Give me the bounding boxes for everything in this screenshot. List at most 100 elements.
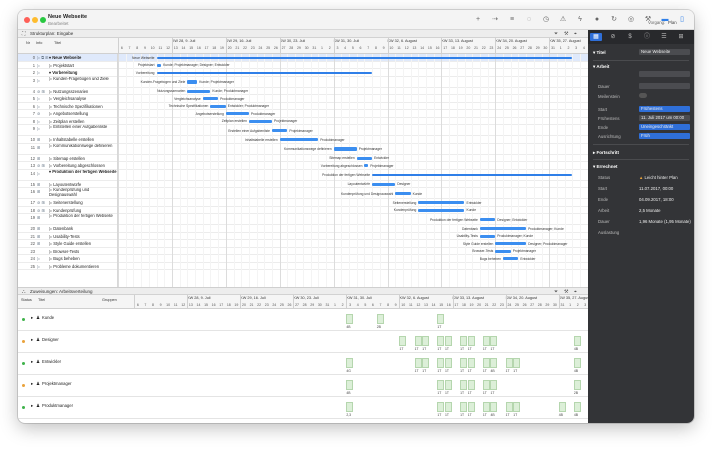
col-info[interactable]: Info [36,41,42,45]
task-bar[interactable] [156,63,162,67]
start-select[interactable]: Frühestens [639,106,690,112]
task-icon[interactable]: ▦ [590,33,602,41]
task-bar[interactable] [279,138,319,142]
outline-row[interactable]: 23 ▷ Browser-Tests [18,248,117,255]
col-nr[interactable]: Nr [26,41,30,45]
col-status[interactable]: Status [21,298,32,302]
outline-row[interactable]: 24 ▷ ▷ Bugs beheben [18,255,117,263]
task-bar[interactable] [356,156,373,160]
section-fortschritt[interactable]: ▸ Fortschritt [593,150,619,156]
task-bar[interactable] [202,97,219,101]
outline-row[interactable]: 17 ⊘ ⊞ ▷ Seitenerstellung [18,199,117,207]
section-arbeit[interactable]: ▾ Arbeit [593,64,609,70]
top-pane-title[interactable]: Strukturplan: Eingabe [30,30,73,38]
outline-row[interactable]: 7 ⊘ ▷ Angebotserstellung [18,110,117,118]
outline-row[interactable]: 9 ▷ ▷ Entstellen einer Aufgabenliste [18,125,117,136]
outline-row[interactable]: 3 ▷ ▷ Kunden-Fragebogen und Ziele [18,77,117,88]
section-title[interactable]: ▾ Titel [593,50,606,56]
bolt-icon[interactable]: ϟ [575,14,585,25]
plus-icon[interactable]: + [473,14,483,25]
title-field[interactable]: Neue Webseite [639,49,690,55]
minimize-button[interactable] [32,17,38,23]
task-bar[interactable] [210,104,226,108]
link-icon[interactable]: ⊘ [607,33,619,41]
summary-bar[interactable] [156,56,573,59]
outline-row[interactable]: 0 ▷ ⧉ ⊞ ▾ Neue Webseite [18,54,117,62]
warning-icon[interactable]: ⚠ [558,14,568,25]
dollar-icon[interactable]: $ [624,33,636,41]
outline-row[interactable]: 25 ▷ ▷ Probleme dokumentieren [18,263,117,270]
col-title[interactable]: Titel [38,298,45,302]
close-button[interactable] [24,17,30,23]
task-bar[interactable] [372,182,396,186]
outline-view-icon[interactable]: ⛶ [22,30,26,38]
disclosure-icon[interactable]: ▸ [31,403,33,409]
arbeit-field[interactable] [639,71,690,77]
task-bar[interactable] [225,112,249,116]
pin-icon[interactable]: ⌖ [574,30,577,38]
outline-row[interactable]: 15 ⊞ ▷ Layoutentwürfe [18,181,117,188]
dauer-field[interactable] [639,83,690,89]
col-groups[interactable]: Gruppen [102,298,117,302]
list-icon[interactable]: ☰ [658,33,670,41]
outline-row[interactable]: 10 ⊞ ▷ Inhaltstabelle erstellen [18,136,117,144]
circle-icon[interactable]: ◌ [524,14,534,25]
outline-row[interactable]: 19 ⊞ ▷ Produktion der fertigen Webseite [18,214,117,225]
outline-row[interactable]: 13 ⊘ ⊞ ▷ Vorbereitung abgeschlossen [18,162,117,170]
outline-row[interactable]: 21 ⊞ ▷ Usability-Tests [18,233,117,240]
vorgang-value[interactable]: Plan [668,20,677,25]
outline-row[interactable]: 6 ▷ ▷ Technische Spezifikationen [18,103,117,110]
outline-row[interactable]: 18 ⊘ ⊞ ▷ Kundenprüfung [18,207,117,214]
meilenstein-toggle[interactable] [639,93,647,98]
task-bar[interactable] [479,217,496,222]
disclosure-icon[interactable]: ▸ [31,315,33,321]
disclosure-icon[interactable]: ▸ [31,337,33,343]
zoom-button[interactable] [40,17,46,23]
summary-bar[interactable] [372,173,573,177]
task-bar[interactable] [418,208,465,212]
table-icon[interactable]: ⊞ [675,33,687,41]
disclosure-icon[interactable]: ▸ [31,381,33,387]
summary-bar[interactable] [156,71,373,74]
outline-row[interactable]: 11 ⊞ ▷ Kommunikationswege definieren [18,144,117,155]
task-bar[interactable] [333,147,357,151]
task-bar[interactable] [503,257,519,261]
task-bar[interactable] [272,128,288,133]
outline-icon[interactable]: ≡ [507,14,517,25]
ende-select[interactable]: Uneingeschränkt [639,124,690,130]
task-bar[interactable] [418,201,465,205]
resource-row[interactable]: ▸ ♟ Projektmanager 4B 1T 1T 1T 1T 1T 1T 2B [18,375,588,397]
link-icon[interactable]: ⇢ [490,14,500,25]
outline-row[interactable]: 22 ⊞ ▷ Style Guide erstellen [18,240,117,248]
disclosure-icon[interactable]: ▸ [31,359,33,365]
resource-row[interactable]: ▸ ♟ Produktmanager 2,3 1T 1T 1T 1T 1T 4B 1T 1T 4B 4B [18,397,588,419]
task-bar[interactable] [395,191,411,196]
section-errechnet[interactable]: ▾ Errechnet [593,164,618,170]
outline-row[interactable]: 12 ⊞ ▷ Sitemap erstellen [18,155,117,162]
resource-row[interactable]: ▸♟Kunde4B1T1T2B [18,309,588,331]
outline-row[interactable]: 2 ▷ ▾ Vorbereitung [18,69,117,77]
task-bar[interactable] [479,234,496,238]
resource-row[interactable]: ▸ ♟ Entwickler 4G 1T 1T 1T 1T 1T 1T 1T 4B 1T 1T 4B [18,353,588,375]
outline-row[interactable]: 20 ⊞ ▷ Datenbank [18,225,117,233]
task-bar[interactable] [495,242,527,246]
task-bar[interactable] [248,119,272,123]
outline-row[interactable]: 14 ▷ ▾ Produktion der fertigen Webseite [18,170,117,181]
outline-row[interactable]: 4 ⊘ ⊞ ▷ Nutzungsszenarien [18,88,117,95]
tools-icon[interactable]: ⚒ [564,30,568,38]
info-icon[interactable]: ⓘ [641,33,653,41]
ausrichtung-select[interactable]: Früh [639,133,690,139]
outline-row[interactable]: 8 ▷ ▷ Zeitplan erstellen [18,118,117,125]
task-bar[interactable] [187,80,198,84]
filter-icon[interactable]: ⏷ [554,30,558,38]
task-bar[interactable] [479,227,527,231]
col-title[interactable]: Titel [54,41,61,45]
outline-row[interactable]: 16 ⊞ ▷ Kundenprüfung und Designauswahl [18,188,117,199]
outline-row[interactable]: 1 ▷ ▷ Projektstart [18,62,117,69]
resource-row[interactable]: ▸ ♟ Designer 1T 1T 1T 1T 1T 1T 1T 1T 1T 4B [18,331,588,353]
fruehestens-field[interactable]: 11. Juli 2017 um 00:00 [639,115,690,121]
task-bar[interactable] [187,89,211,93]
outline-row[interactable]: 5 ▷ ▷ Vergleichsanalyse [18,95,117,103]
task-bar[interactable] [495,249,511,253]
clock-icon[interactable]: ◷ [541,14,551,25]
